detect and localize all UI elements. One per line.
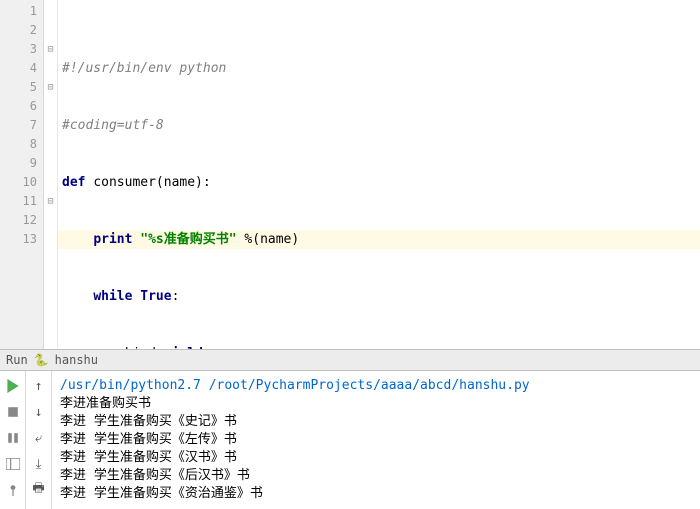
code-line[interactable]: #coding=utf-8 [62,116,696,135]
run-console: ↑ ↓ ⤶ ⤓ 🖶 /usr/bin/python2.7 /root/Pycha… [0,371,700,509]
line-number: 13 [2,230,37,249]
line-number: 9 [2,154,37,173]
run-tab-bar: Run 🐍 hanshu [0,350,700,372]
code-line[interactable]: while True: [62,287,696,306]
output-line: 李进 学生准备购买《汉书》书 [60,449,692,467]
code-line[interactable]: def consumer(name): [62,173,696,192]
output-line: 李进准备购买书 [60,395,692,413]
run-tab-label: Run [6,353,28,367]
fold-mark[interactable] [44,135,57,154]
fold-mark[interactable]: ⊟ [44,192,57,211]
print-button[interactable]: 🖶 [30,481,48,499]
pause-button[interactable] [4,429,22,447]
layout-button[interactable] [4,455,22,473]
fold-gutter: ⊟ ⊟ ⊟ [44,0,58,349]
fold-mark[interactable] [44,21,57,40]
fold-mark[interactable] [44,173,57,192]
line-number: 4 [2,59,37,78]
output-line: 李进 学生准备购买《左传》书 [60,431,692,449]
fold-mark[interactable] [44,211,57,230]
run-button[interactable] [4,377,22,395]
line-number: 6 [2,97,37,116]
line-number: 8 [2,135,37,154]
output-line: 李进 学生准备购买《后汉书》书 [60,467,692,485]
code-line[interactable]: print "%s准备购买书" %(name) [62,230,696,249]
line-gutter: 1 2 3 4 5 6 7 8 9 10 11 12 13 [0,0,44,349]
pin-button[interactable] [4,481,22,499]
stop-button[interactable] [4,403,22,421]
code-editor[interactable]: 1 2 3 4 5 6 7 8 9 10 11 12 13 ⊟ ⊟ ⊟ #!/u… [0,0,700,350]
output-command: /usr/bin/python2.7 /root/PycharmProjects… [60,377,692,395]
fold-mark[interactable] [44,2,57,21]
fold-mark[interactable] [44,230,57,249]
line-number: 7 [2,116,37,135]
fold-mark[interactable] [44,116,57,135]
soft-wrap-button[interactable]: ⤶ [30,429,48,447]
console-output[interactable]: /usr/bin/python2.7 /root/PycharmProjects… [52,371,700,509]
line-number: 1 [2,2,37,21]
code-line[interactable]: #!/usr/bin/env python [62,59,696,78]
fold-mark[interactable] [44,59,57,78]
line-number: 10 [2,173,37,192]
run-toolbar-left [0,371,26,509]
code-area[interactable]: #!/usr/bin/env python #coding=utf-8 def … [58,0,700,349]
fold-mark[interactable] [44,154,57,173]
line-number: 2 [2,21,37,40]
run-config-name[interactable]: hanshu [55,353,98,367]
fold-mark[interactable]: ⊟ [44,40,57,59]
output-line: 李进 学生准备购买《史记》书 [60,413,692,431]
up-button[interactable]: ↑ [30,377,48,395]
fold-mark[interactable] [44,97,57,116]
python-icon: 🐍 [34,353,49,367]
line-number: 11 [2,192,37,211]
output-line: 李进 学生准备购买《资治通鉴》书 [60,485,692,503]
run-toolbar-right: ↑ ↓ ⤶ ⤓ 🖶 [26,371,52,509]
fold-mark[interactable]: ⊟ [44,78,57,97]
line-number: 5 [2,78,37,97]
line-number: 3 [2,40,37,59]
down-button[interactable]: ↓ [30,403,48,421]
line-number: 12 [2,211,37,230]
scroll-to-end-button[interactable]: ⤓ [30,455,48,473]
